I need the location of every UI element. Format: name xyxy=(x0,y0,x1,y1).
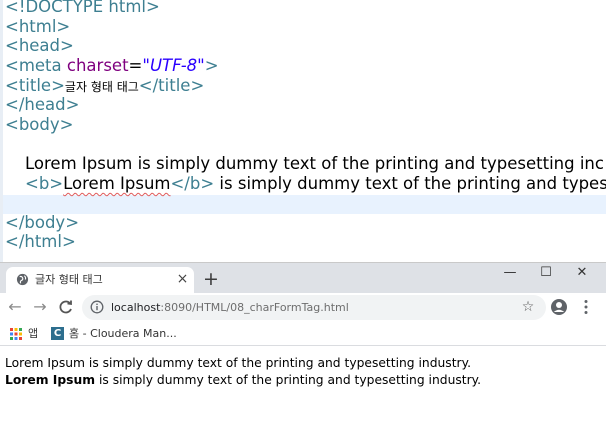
bookmarks-bar: 앱 C 홈 - Cloudera Man... xyxy=(0,322,606,346)
rendered-bold-text: Lorem Ipsum xyxy=(5,373,96,387)
html-close-tag: </html> xyxy=(5,232,76,251)
doctype-tag: <!DOCTYPE html> xyxy=(5,0,160,16)
code-line-html-open[interactable]: <html> xyxy=(5,17,70,37)
window-close-icon[interactable]: ✕ xyxy=(564,263,600,285)
body-open-tag: <body> xyxy=(5,115,74,134)
bookmark-apps-label[interactable]: 앱 xyxy=(28,326,38,342)
meta-attr-value: "UTF-8" xyxy=(142,56,205,75)
rendered-line-2-rest: is simply dummy text of the printing and… xyxy=(95,373,482,387)
html-open-tag: <html> xyxy=(5,17,71,36)
head-close-tag: </head> xyxy=(5,95,80,114)
code-line-head-close[interactable]: </head> xyxy=(5,95,79,115)
star-icon[interactable]: ☆ xyxy=(518,297,538,317)
url-path: :8090/HTML/08_charFormTag.html xyxy=(160,301,349,314)
bookmark-cloudera[interactable]: 홈 - Cloudera Man... xyxy=(69,326,177,342)
minimize-icon[interactable]: — xyxy=(492,263,528,285)
close-icon[interactable]: × xyxy=(174,271,191,288)
meta-equals: = xyxy=(128,56,143,75)
paragraph-2-rest: is simply dummy text of the printing and… xyxy=(214,174,606,193)
b-close-tag: </b> xyxy=(170,174,215,193)
address-bar[interactable]: localhost:8090/HTML/08_charFormTag.html … xyxy=(82,295,546,320)
info-icon[interactable] xyxy=(90,300,104,314)
code-editor[interactable]: <!DOCTYPE html> <html> <head> <meta char… xyxy=(0,0,606,262)
plus-icon[interactable]: + xyxy=(201,269,221,289)
title-bar[interactable]: 글자 형태 태그 × + — ☐ ✕ xyxy=(0,263,606,293)
page-content: Lorem Ipsum is simply dummy text of the … xyxy=(0,347,606,443)
browser-window: 글자 형태 태그 × + — ☐ ✕ ← → localhost:8090/HT… xyxy=(0,262,606,442)
code-line-doctype[interactable]: <!DOCTYPE html> xyxy=(5,0,160,17)
rendered-line-1: Lorem Ipsum is simply dummy text of the … xyxy=(5,356,472,370)
meta-tag-close: > xyxy=(204,56,219,75)
forward-arrow-icon[interactable]: → xyxy=(29,296,51,318)
code-line-html-close[interactable]: </html> xyxy=(5,232,76,252)
current-line-highlight xyxy=(3,195,606,214)
bold-text-content: Lorem Ipsum xyxy=(63,174,171,193)
reload-icon[interactable] xyxy=(55,296,77,318)
globe-icon xyxy=(16,273,29,286)
title-open-tag: <title> xyxy=(5,76,65,95)
browser-tab[interactable]: 글자 형태 태그 × xyxy=(6,267,194,293)
back-arrow-icon[interactable]: ← xyxy=(4,296,26,318)
editor-gutter xyxy=(0,0,3,262)
code-line-body-close[interactable]: </body> xyxy=(5,213,79,233)
code-line-title[interactable]: <title>글자 형태 태그</title> xyxy=(5,76,204,96)
url-text[interactable]: localhost:8090/HTML/08_charFormTag.html xyxy=(111,299,349,316)
code-line-head-open[interactable]: <head> xyxy=(5,36,74,56)
paragraph-1-text: Lorem Ipsum is simply dummy text of the … xyxy=(25,154,604,173)
title-close-tag: </title> xyxy=(138,76,205,95)
code-line-body-open[interactable]: <body> xyxy=(5,115,73,135)
tab-title: 글자 형태 태그 xyxy=(35,273,103,286)
browser-toolbar: ← → localhost:8090/HTML/08_charFormTag.h… xyxy=(0,293,606,322)
code-line-paragraph-1[interactable]: Lorem Ipsum is simply dummy text of the … xyxy=(25,154,604,174)
profile-icon[interactable] xyxy=(549,297,569,317)
apps-grid-icon[interactable] xyxy=(10,328,22,340)
head-open-tag: <head> xyxy=(5,36,74,55)
cloudera-favicon: C xyxy=(51,327,64,340)
meta-attr-name: charset xyxy=(66,56,129,75)
meta-tag-open: <meta xyxy=(5,56,62,75)
rendered-line-2: Lorem Ipsum is simply dummy text of the … xyxy=(5,372,601,389)
title-text: 글자 형태 태그 xyxy=(64,80,139,94)
body-close-tag: </body> xyxy=(5,213,80,232)
code-line-paragraph-2[interactable]: <b>Lorem Ipsum</b> is simply dummy text … xyxy=(25,174,606,194)
code-line-meta[interactable]: <meta charset="UTF-8"> xyxy=(5,56,219,76)
b-open-tag: <b> xyxy=(25,174,64,193)
url-host: localhost xyxy=(111,301,161,314)
maximize-icon[interactable]: ☐ xyxy=(528,263,564,285)
more-menu-icon[interactable] xyxy=(576,297,596,317)
